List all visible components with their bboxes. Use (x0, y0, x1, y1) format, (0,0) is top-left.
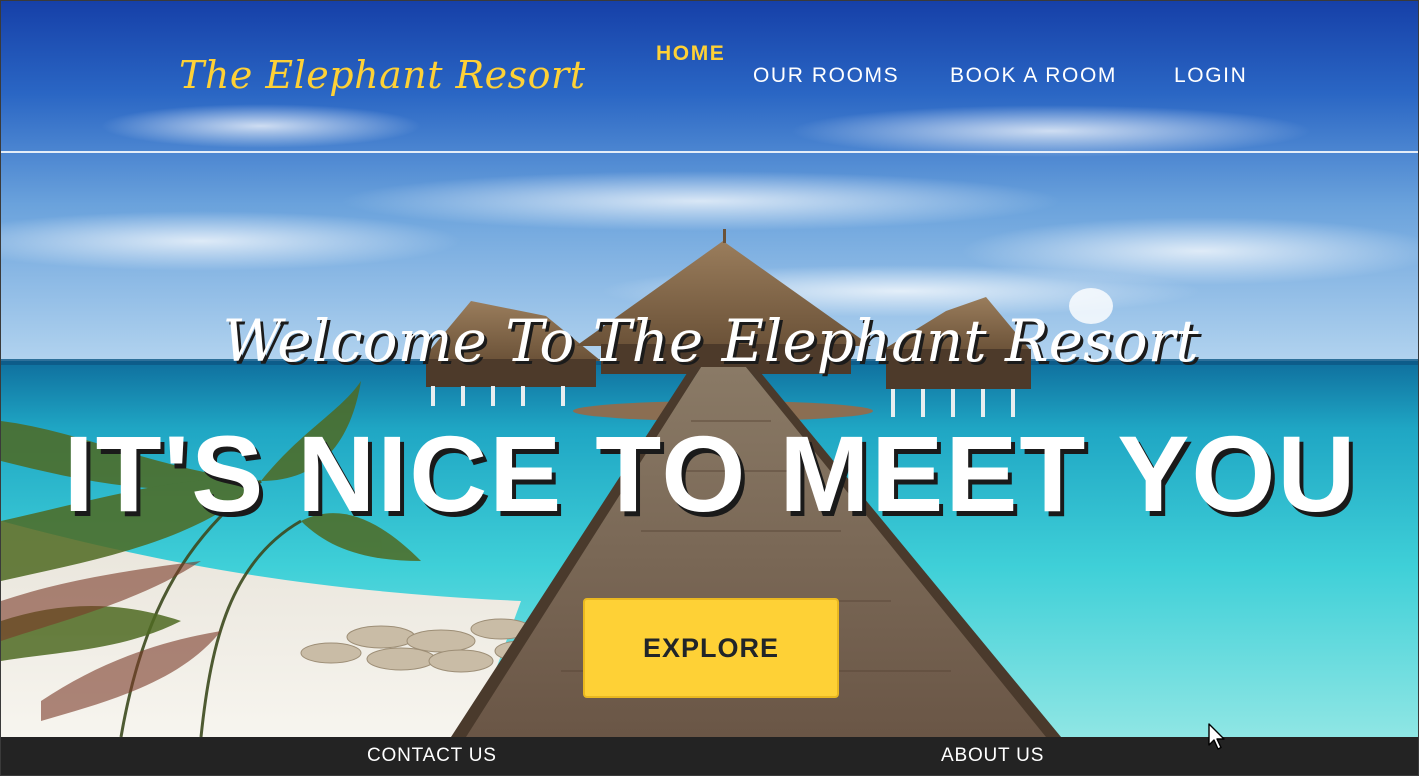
footer-link-about-us[interactable]: ABOUT US (941, 745, 1044, 767)
explore-button[interactable]: EXPLORE (583, 598, 839, 698)
brand-logo[interactable]: The Elephant Resort (179, 53, 585, 97)
mouse-pointer-icon (1208, 723, 1225, 750)
nav-item-book-a-room[interactable]: BOOK A ROOM (950, 64, 1117, 88)
nav-item-home[interactable]: HOME (656, 42, 725, 66)
nav-item-our-rooms[interactable]: OUR ROOMS (753, 64, 899, 88)
hero-section: The Elephant Resort HOME OUR ROOMS BOOK … (1, 1, 1418, 737)
resort-homepage: The Elephant Resort HOME OUR ROOMS BOOK … (0, 0, 1419, 776)
nav-item-login[interactable]: LOGIN (1174, 64, 1247, 88)
hero-subheading: Welcome To The Elephant Resort (222, 307, 1199, 375)
hero-heading: IT'S NICE TO MEET YOU (63, 413, 1358, 534)
footer-link-contact-us[interactable]: CONTACT US (367, 745, 497, 767)
top-navbar: The Elephant Resort HOME OUR ROOMS BOOK … (1, 1, 1418, 153)
